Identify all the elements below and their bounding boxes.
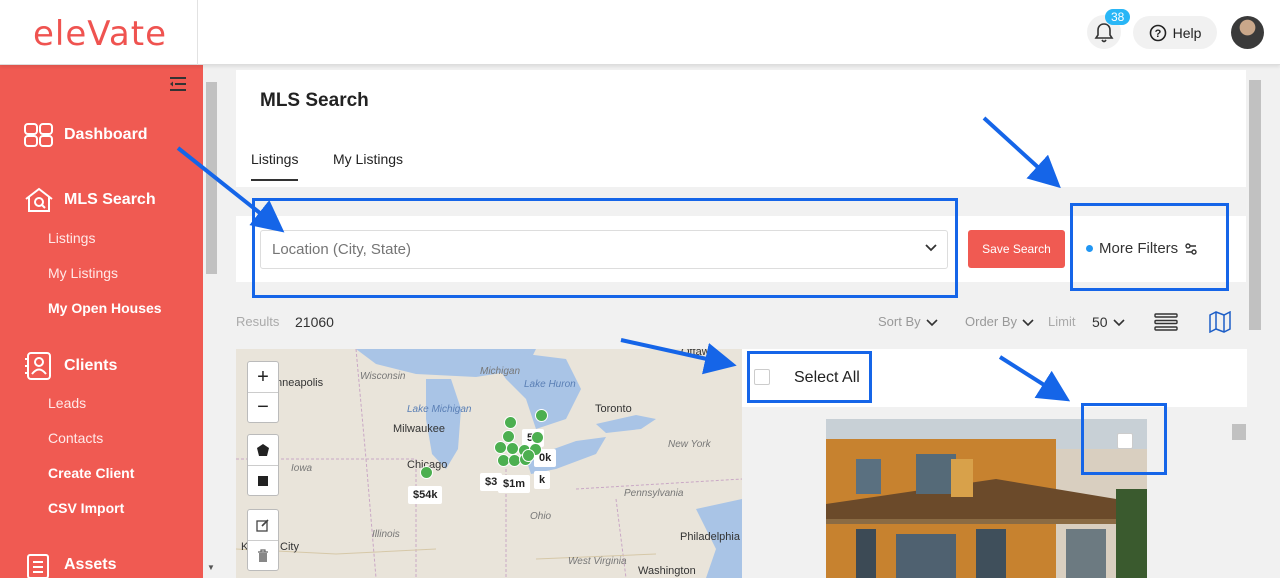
sidebar-item-dashboard[interactable]: Dashboard — [24, 123, 148, 147]
chevron-down-icon — [926, 318, 938, 326]
limit-label: Limit — [1048, 314, 1076, 329]
map-label-lake-huron: Lake Huron — [524, 379, 576, 390]
chevron-down-icon — [1022, 318, 1034, 326]
limit-dropdown[interactable]: 50 — [1092, 314, 1125, 330]
svg-text:?: ? — [1154, 28, 1161, 40]
price-tag[interactable]: $1m — [498, 475, 531, 493]
sidebar-item-clients[interactable]: Clients — [24, 352, 117, 380]
logo[interactable]: eleVate — [33, 14, 167, 54]
document-icon — [27, 554, 49, 578]
logo-container[interactable]: eleVate — [0, 0, 198, 65]
annotation-box-listing-checkbox — [1081, 403, 1167, 475]
map-label-wisconsin: Wisconsin — [360, 371, 406, 382]
order-by-label: Order By — [965, 314, 1018, 329]
edit-shape-button[interactable] — [248, 510, 278, 540]
sidebar-scroll-thumb[interactable] — [206, 82, 217, 274]
annotation-box-location — [252, 198, 958, 298]
sidebar-item-my-listings[interactable]: My Listings — [48, 265, 118, 281]
map-label-west-virginia: West Virginia — [568, 556, 627, 567]
sidebar-item-listings[interactable]: Listings — [48, 230, 95, 246]
sidebar: Dashboard MLS Search Listings My Listing… — [0, 65, 203, 578]
map-view-icon[interactable] — [1209, 311, 1231, 333]
collapse-menu-icon[interactable] — [168, 75, 188, 93]
chevron-down-icon — [1113, 319, 1125, 327]
zoom-in-button[interactable]: + — [248, 362, 278, 392]
results-label: Results — [236, 314, 280, 329]
page-header-card: MLS Search Listings My Listings — [236, 70, 1246, 187]
map-label-toronto: Toronto — [595, 403, 632, 415]
map-label-ottawa: Ottawa — [681, 349, 716, 358]
help-label: Help — [1172, 24, 1202, 41]
client-contact-icon — [25, 352, 51, 380]
house-search-icon — [25, 187, 53, 212]
save-search-button[interactable]: Save Search — [968, 230, 1065, 268]
sidebar-item-mls-search[interactable]: MLS Search — [24, 187, 156, 213]
sidebar-item-csv-import[interactable]: CSV Import — [48, 500, 124, 516]
list-view-icon[interactable] — [1154, 313, 1178, 331]
user-avatar[interactable] — [1231, 16, 1264, 49]
map-pin[interactable] — [531, 431, 544, 444]
sort-by-dropdown[interactable]: Sort By — [878, 314, 938, 329]
main-scroll-thumb[interactable] — [1249, 80, 1261, 330]
map-label-michigan: Michigan — [480, 366, 521, 377]
listings-scroll-thumb[interactable] — [1232, 424, 1246, 440]
map-pin[interactable] — [504, 416, 517, 429]
zoom-out-button[interactable]: − — [248, 392, 278, 422]
map-label-milwaukee: Milwaukee — [393, 423, 445, 435]
map-label-new-york: New York — [668, 439, 711, 450]
annotation-box-more-filters — [1070, 203, 1229, 291]
edit-icon — [256, 519, 269, 532]
dashboard-icon — [24, 123, 53, 147]
results-count: 21060 — [295, 314, 334, 330]
sort-by-label: Sort By — [878, 314, 921, 329]
help-button[interactable]: ? Help — [1133, 16, 1217, 49]
map-pin[interactable] — [535, 409, 548, 422]
edit-controls — [247, 509, 279, 571]
map-label-city: City — [280, 541, 299, 553]
map-label-philadelphia: Philadelphia — [680, 531, 740, 543]
map-label-ohio: Ohio — [530, 511, 552, 522]
tab-listings[interactable]: Listings — [251, 151, 299, 181]
sidebar-label-mls-search: MLS Search — [64, 191, 156, 208]
sidebar-item-create-client[interactable]: Create Client — [48, 465, 134, 481]
sidebar-label-dashboard: Dashboard — [64, 126, 148, 143]
price-tag[interactable]: $54k — [408, 486, 443, 504]
page-title: MLS Search — [260, 90, 369, 111]
sidebar-item-leads[interactable]: Leads — [48, 395, 86, 411]
map-label-pennsylvania: Pennsylvania — [624, 488, 684, 499]
sidebar-item-contacts[interactable]: Contacts — [48, 430, 103, 446]
question-circle-icon: ? — [1149, 24, 1166, 41]
map-label-minneapolis: nneapolis — [276, 377, 324, 389]
map-label-iowa: Iowa — [291, 463, 313, 474]
polygon-icon — [257, 444, 269, 456]
map-pin[interactable] — [420, 466, 433, 479]
zoom-controls: + − — [247, 361, 279, 423]
sidebar-item-my-open-houses[interactable]: My Open Houses — [48, 300, 162, 316]
draw-controls — [247, 434, 279, 496]
top-bar: eleVate 38 ? Help — [0, 0, 1280, 65]
trash-icon — [258, 548, 268, 562]
draw-polygon-button[interactable] — [248, 435, 278, 465]
sidebar-item-assets[interactable]: Assets — [24, 552, 116, 578]
draw-rectangle-button[interactable] — [248, 465, 278, 495]
order-by-dropdown[interactable]: Order By — [965, 314, 1034, 329]
limit-value: 50 — [1092, 314, 1108, 330]
map-pin[interactable] — [506, 442, 519, 455]
square-icon — [258, 475, 268, 486]
sidebar-label-clients: Clients — [64, 357, 118, 374]
notification-badge: 38 — [1105, 9, 1131, 25]
sidebar-scroll-down-icon[interactable]: ▼ — [207, 563, 215, 572]
sidebar-label-assets: Assets — [64, 556, 117, 573]
listings-map[interactable]: nneapolis Wisconsin Michigan Lake Huron … — [236, 349, 742, 578]
delete-shape-button[interactable] — [248, 540, 278, 570]
map-pin[interactable] — [522, 449, 535, 462]
tab-my-listings[interactable]: My Listings — [333, 151, 403, 167]
map-label-lake-michigan: Lake Michigan — [407, 404, 472, 415]
annotation-box-select-all — [747, 351, 872, 403]
map-label-washington: Washington — [638, 565, 696, 577]
price-tag[interactable]: k — [534, 471, 551, 489]
map-label-illinois: Illinois — [372, 529, 400, 540]
